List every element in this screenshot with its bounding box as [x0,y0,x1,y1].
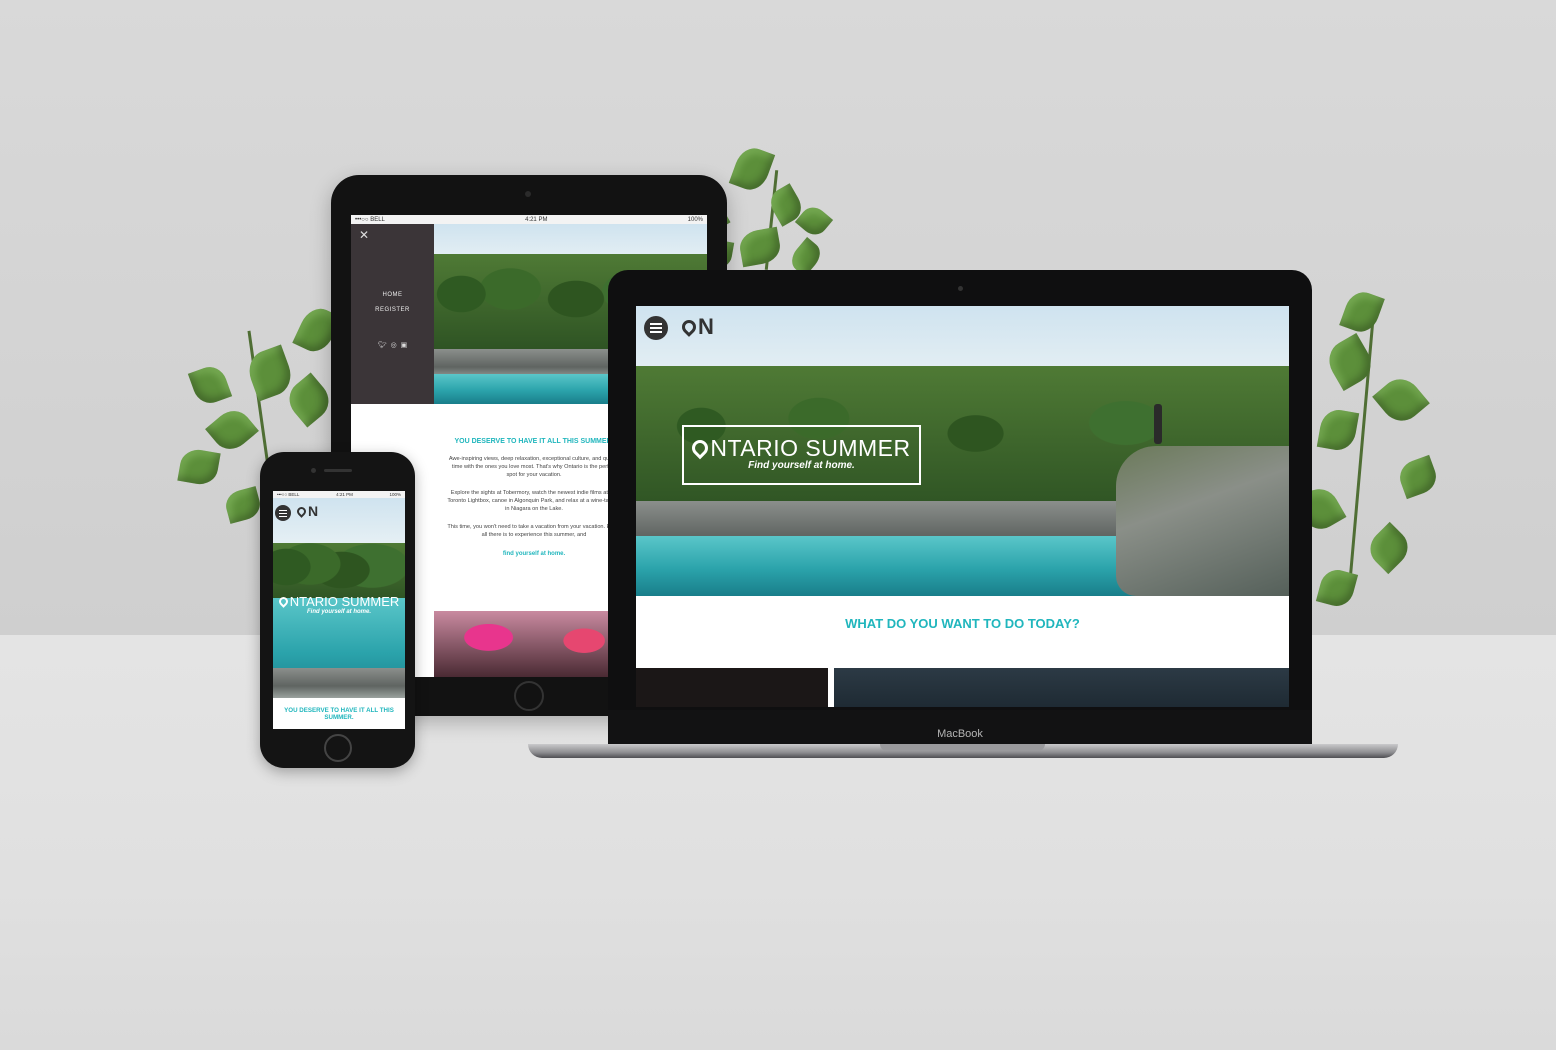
activity-tile[interactable] [636,668,828,707]
camera-icon [958,286,963,291]
social-links: 🐦︎ ◎ ▣ [351,341,434,349]
logo-text: N [308,503,319,519]
hero-title: NTARIO SUMMER [710,435,911,461]
menu-item-home[interactable]: HOME [351,292,434,298]
activity-tiles [636,668,1289,707]
menu-item-register[interactable]: REGISTER [351,307,434,313]
side-menu: ✕ HOME REGISTER 🐦︎ ◎ ▣ [351,224,434,404]
phone-screen: •••○○ BELL 4:21 PM 100% N NTARIO SUMMER … [273,491,405,729]
battery-label: 100% [687,216,703,223]
instagram-icon[interactable]: ◎ [391,342,397,349]
location-pin-icon [679,317,699,337]
hero-title-block: NTARIO SUMMER Find yourself at home. [273,594,405,615]
activity-tile[interactable] [834,668,1289,707]
section-heading: YOU DESERVE TO HAVE IT ALL THIS SUMMER. [454,438,614,445]
home-button[interactable] [514,681,544,711]
location-pin-icon [689,436,712,460]
status-bar: •••○○ BELL 4:21 PM 100% [351,215,707,224]
time-label: 4:21 PM [336,492,353,497]
close-icon[interactable]: ✕ [359,228,369,242]
laptop-screen: N NTARIO SUMMER Find yourself at home. W… [636,306,1289,707]
status-bar: •••○○ BELL 4:21 PM 100% [273,491,405,498]
tagline-link[interactable]: find yourself at home. [434,551,634,557]
hero-subtitle: Find yourself at home. [306,609,371,615]
menu-button[interactable] [275,505,291,521]
camera-icon [311,468,316,473]
hero-title: NTARIO SUMMER [289,594,400,609]
phone-device: •••○○ BELL 4:21 PM 100% N NTARIO SUMMER … [260,452,415,768]
carrier-label: •••○○ BELL [277,492,300,497]
speaker-grille [324,469,352,472]
battery-label: 100% [389,492,401,497]
laptop-device: N NTARIO SUMMER Find yourself at home. W… [608,270,1312,746]
paragraph: Awe-inspiring views, deep relaxation, ex… [448,456,620,478]
section-question: WHAT DO YOU WANT TO DO TODAY? [845,616,1080,631]
person-figure [1154,404,1162,444]
paragraph: Explore the sights at Tobermory, watch t… [447,490,621,512]
logo-text: N [698,314,714,339]
cliff [1116,446,1289,596]
home-button[interactable] [324,734,352,762]
twitter-icon[interactable]: 🐦︎ [378,342,387,349]
location-pin-icon [276,595,290,608]
intro-section: YOU DESERVE TO HAVE IT ALL THIS SUMMER. … [434,405,634,557]
menu-button[interactable] [644,316,668,340]
laptop-chin: MacBook [608,710,1312,746]
logo[interactable]: N [679,314,714,340]
facebook-icon[interactable]: ▣ [401,342,408,349]
camera-icon [525,191,531,197]
time-label: 4:21 PM [525,216,548,223]
laptop-notch [880,744,1045,751]
logo[interactable]: N [295,503,319,519]
location-pin-icon [295,505,308,518]
brand-label: MacBook [937,728,983,740]
paragraph: This time, you won't need to take a vaca… [447,524,621,538]
hero-title-box: NTARIO SUMMER Find yourself at home. [682,425,921,485]
section-heading: YOU DESERVE TO HAVE IT ALL THIS SUMMER. [284,707,394,721]
carrier-label: •••○○ BELL [355,216,385,223]
